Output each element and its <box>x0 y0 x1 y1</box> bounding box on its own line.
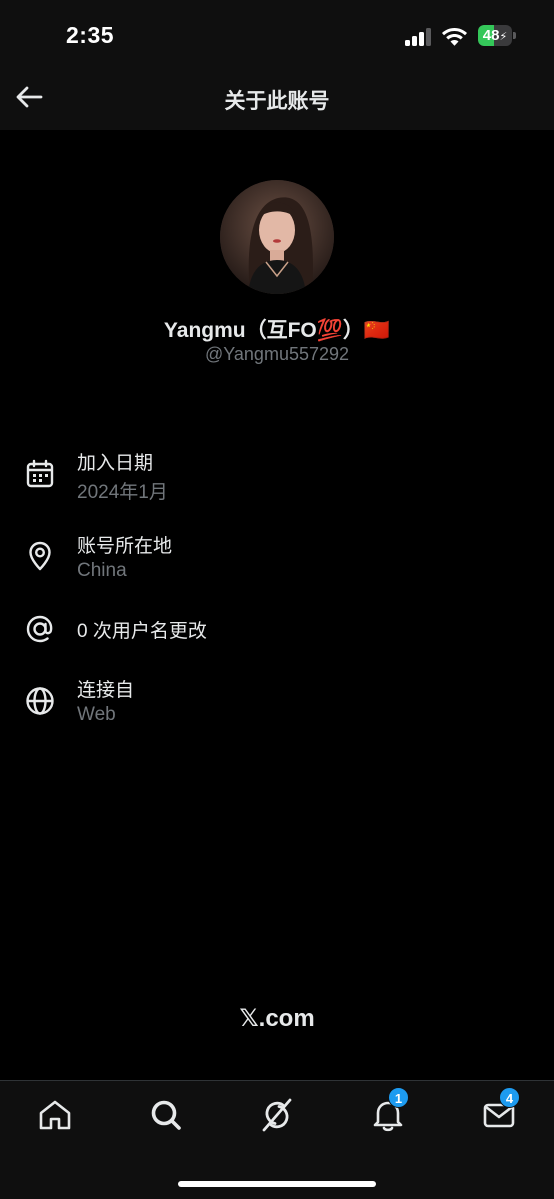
status-time: 2:35 <box>66 22 115 48</box>
grok-icon <box>262 1098 292 1132</box>
globe-icon <box>26 687 54 715</box>
battery-icon: 48⚡ <box>478 25 516 46</box>
tab-home[interactable] <box>35 1095 75 1135</box>
notifications-badge: 1 <box>388 1087 409 1108</box>
battery-level: 48 <box>482 27 500 44</box>
info-row-location: 账号所在地 China <box>0 529 554 589</box>
join-date-label: 加入日期 <box>77 453 154 474</box>
home-icon <box>39 1100 71 1130</box>
info-row-connected-via: 连接自 Web <box>0 673 554 733</box>
tab-messages[interactable]: 4 <box>479 1087 520 1135</box>
info-row-username-changes: 0 次用户名更改 <box>0 612 554 672</box>
join-date-value: 2024年1月 <box>77 482 168 503</box>
location-pin-icon <box>29 541 51 571</box>
tab-grok[interactable] <box>257 1095 297 1135</box>
header: 关于此账号 <box>0 72 554 130</box>
calendar-icon <box>26 459 54 488</box>
tab-notifications[interactable]: 1 <box>368 1087 409 1135</box>
tab-search[interactable] <box>146 1095 186 1135</box>
username-changes-label: 0 次用户名更改 <box>77 621 207 642</box>
location-value: China <box>77 560 127 581</box>
signal-icon <box>405 28 431 46</box>
x-com-brand: 𝕏.com <box>0 1004 554 1033</box>
search-icon <box>151 1100 181 1130</box>
messages-badge: 4 <box>499 1087 520 1108</box>
connected-via-value: Web <box>77 704 116 725</box>
home-indicator <box>178 1181 376 1187</box>
display-name: Yangmu（互FO💯）🇨🇳 <box>163 319 391 342</box>
avatar[interactable] <box>220 180 334 294</box>
info-row-join-date: 加入日期 2024年1月 <box>0 446 554 506</box>
at-sign-icon <box>26 615 53 643</box>
status-bar: 2:35 48⚡ <box>0 0 554 72</box>
x-logo-icon: 𝕏 <box>239 1004 259 1032</box>
brand-text: .com <box>258 1005 315 1032</box>
connected-via-label: 连接自 <box>77 680 135 701</box>
username-handle: @Yangmu557292 <box>204 344 350 364</box>
page-title: 关于此账号 <box>224 90 330 113</box>
avatar-image <box>220 180 334 294</box>
location-label: 账号所在地 <box>77 536 173 557</box>
wifi-icon <box>442 28 467 46</box>
